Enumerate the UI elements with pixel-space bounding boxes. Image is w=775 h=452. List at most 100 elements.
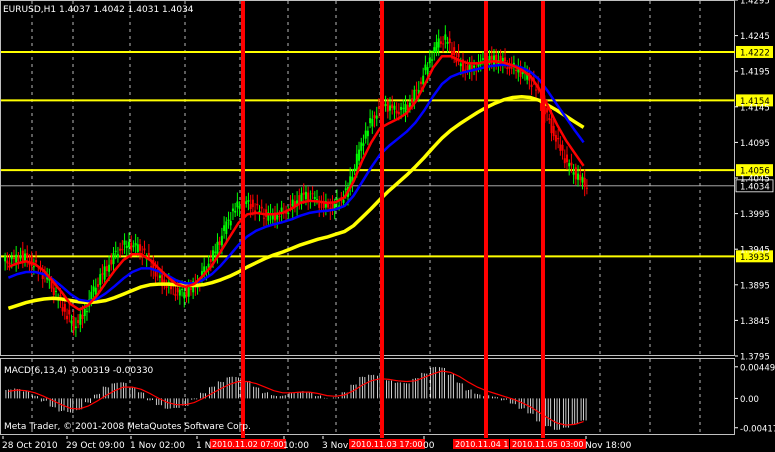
candle-body <box>97 284 100 287</box>
candle-body <box>557 137 560 140</box>
candle-body <box>181 289 184 291</box>
candle-body <box>143 248 146 251</box>
candle-body <box>384 104 387 107</box>
chart-canvas[interactable]: 1.42221.41541.40561.39351.4034 2010.11.0… <box>0 0 775 452</box>
price-tick-label-10: 1.3795 <box>740 353 770 363</box>
candle-body <box>335 198 338 200</box>
candle-body <box>559 144 562 151</box>
price-tick-label-9: 1.3845 <box>740 317 770 327</box>
candle-body <box>311 193 314 195</box>
candle-body <box>147 253 150 257</box>
candle-body <box>54 290 57 292</box>
candle-body <box>561 144 564 151</box>
candle-body <box>422 75 425 85</box>
candle-body <box>132 245 135 248</box>
candle-body <box>563 158 566 164</box>
candle-body <box>212 250 215 261</box>
candle-body <box>189 288 192 290</box>
candle-body <box>103 266 106 280</box>
candle-body <box>121 249 124 251</box>
candle-body <box>79 313 82 325</box>
candle-body <box>134 242 137 246</box>
candle-body <box>426 67 429 75</box>
candle-body <box>355 153 358 170</box>
candle-body <box>481 58 484 60</box>
candle-body <box>344 188 347 191</box>
candle-body <box>397 111 400 115</box>
candle-body <box>358 149 361 161</box>
price-levels: 1.42221.41541.40561.39351.4034 <box>1 45 774 263</box>
candle-body <box>119 248 122 251</box>
candle-body <box>83 308 86 317</box>
candle-body <box>490 55 493 60</box>
macd-panel <box>5 366 587 430</box>
candle-body <box>554 135 557 142</box>
candle-body <box>262 217 265 219</box>
candle-body <box>437 38 440 48</box>
candle-body <box>90 291 93 300</box>
time-tick-label-3: 1 N <box>196 441 211 451</box>
candle-body <box>6 260 9 264</box>
candle-body <box>377 106 380 109</box>
candle-body <box>229 220 232 226</box>
candle-body <box>364 130 367 139</box>
candle-body <box>209 259 212 263</box>
time-tick-label-1: 29 Oct 09:00 <box>66 441 125 451</box>
candle-body <box>446 41 449 44</box>
price-tick-label-1: 1.4245 <box>740 32 770 42</box>
price-tick-label-7: 1.3945 <box>740 246 770 256</box>
candle-body <box>245 201 248 204</box>
candle-body <box>108 264 111 272</box>
candle-body <box>110 259 113 265</box>
level-label-0: 1.4222 <box>740 48 770 58</box>
candle-body <box>94 287 97 295</box>
macd-axis: 0.00449 0.00 -0.00417 <box>735 363 775 434</box>
candle-body <box>236 201 239 208</box>
candle-body <box>99 274 102 285</box>
candle-body <box>435 41 438 53</box>
candle-body <box>10 256 13 260</box>
candle-body <box>8 262 11 265</box>
candle-body <box>318 203 321 208</box>
candle-body <box>251 199 254 208</box>
candle-body <box>552 125 555 137</box>
candle-body <box>574 167 577 180</box>
candle-body <box>176 287 179 293</box>
candle-body <box>32 266 35 268</box>
candle-body <box>583 177 586 187</box>
candle-body <box>373 115 376 119</box>
candle-body <box>570 162 573 166</box>
candle-body <box>581 176 584 183</box>
time-tick-label-0: 28 Oct 2010 <box>2 441 58 451</box>
candle-body <box>453 47 456 56</box>
price-tick-label-0: 1.4295 <box>740 0 770 7</box>
candle-body <box>17 256 20 262</box>
candle-body <box>223 225 226 231</box>
candle-body <box>220 235 223 246</box>
macd-header: MACD(6,13,4) -0.00319 -0.00330 <box>4 366 154 376</box>
candle-body <box>428 57 431 64</box>
macd-tick-label-0: 0.00449 <box>740 363 775 373</box>
candle-body <box>12 258 15 260</box>
candle-body <box>366 130 369 137</box>
candle-body <box>74 326 77 328</box>
candle-body <box>52 287 55 295</box>
candle-body <box>178 289 181 296</box>
candle-body <box>174 293 177 296</box>
candle-body <box>362 143 365 146</box>
candle-body <box>101 273 104 275</box>
macd-tick-label-1: 0.00 <box>740 395 759 405</box>
event-label-0: 2010.11.02 07:00 <box>212 440 283 449</box>
candle-body <box>187 287 190 297</box>
candle-body <box>535 89 538 91</box>
metatrader-chart-window: 1.4222 1.4154 1.4056 1.3935 1.4034 2010.11.0… <box>0 0 775 452</box>
candle-body <box>515 69 518 72</box>
price-tick-label-3: 1.4145 <box>740 103 770 113</box>
candle-body <box>316 199 319 201</box>
candlesticks <box>4 25 588 337</box>
candle-body <box>185 287 188 297</box>
price-tick-label-5: 1.4045 <box>740 175 770 185</box>
candle-body <box>411 98 414 103</box>
candle-body <box>548 118 551 120</box>
candle-body <box>304 191 307 200</box>
